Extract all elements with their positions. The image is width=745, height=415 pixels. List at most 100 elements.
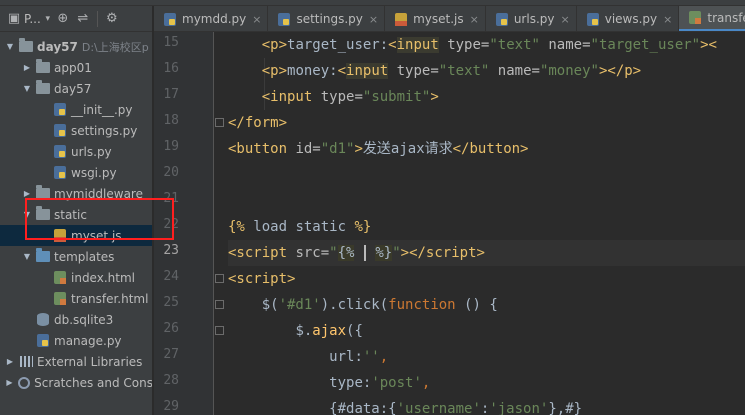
line-number: 17 <box>163 87 179 102</box>
expand-arrow-icon[interactable]: ▼ <box>22 252 32 261</box>
line-number: 21 <box>163 191 179 206</box>
tab-label: settings.py <box>296 12 363 26</box>
editor-tabs: mymdd.py × settings.py × myset.js × urls.py × vi… <box>154 6 745 32</box>
tree-item-external-libraries[interactable]: ▶ External Libraries <box>0 351 152 372</box>
code-line: type:'post', <box>329 375 431 391</box>
project-toolbar: ▣ P... ▾ ⊕ ⇌ ⚙ <box>0 6 152 32</box>
tab-myset-js[interactable]: myset.js × <box>385 6 486 31</box>
folder-icon <box>18 38 34 54</box>
tree-item-day57[interactable]: ▼ day57 D:\上海校区p <box>0 36 152 57</box>
fold-marker-icon[interactable] <box>215 326 224 335</box>
python-file-icon <box>162 12 178 26</box>
tab-views-py[interactable]: views.py × <box>577 6 680 31</box>
line-number: 29 <box>163 399 179 414</box>
html-file-icon <box>52 271 68 285</box>
tree-item-label: __init__.py <box>71 102 133 117</box>
tree-item-app01[interactable]: ▶ app01 <box>0 57 152 78</box>
line-number-gutter: 15 16 17 18 19 20 21 22 23 24 25 26 27 28 29 <box>154 32 214 415</box>
line-number: 24 <box>163 269 179 284</box>
tab-label: mymdd.py <box>182 12 247 26</box>
tab-label: transfer.ht <box>707 10 745 25</box>
expand-arrow-icon[interactable]: ▼ <box>22 84 32 93</box>
collapse-all-icon[interactable]: ⇌ <box>73 9 93 29</box>
code-line: $.ajax({ <box>295 323 363 339</box>
collapse-arrow-icon[interactable]: ▶ <box>5 378 14 387</box>
tree-item-myset-js[interactable]: myset.js <box>0 225 152 246</box>
tree-item-label: db.sqlite3 <box>54 312 114 327</box>
tree-item-label: day57 <box>37 39 78 54</box>
project-view-icon[interactable]: ▣ <box>4 9 24 29</box>
tree-item-static[interactable]: ▼ static <box>0 204 152 225</box>
tab-urls-py[interactable]: urls.py × <box>486 6 577 31</box>
tree-item-wsgi-py[interactable]: wsgi.py <box>0 162 152 183</box>
tree-item-manage-py[interactable]: manage.py <box>0 330 152 351</box>
tree-item-urls-py[interactable]: urls.py <box>0 141 152 162</box>
fold-marker-icon[interactable] <box>215 118 224 127</box>
javascript-file-icon <box>393 12 409 26</box>
scratches-icon <box>17 376 31 390</box>
tab-label: urls.py <box>513 12 555 26</box>
locate-icon[interactable]: ⊕ <box>53 9 73 29</box>
tree-item-templates[interactable]: ▼ templates <box>0 246 152 267</box>
tab-label: myset.js <box>413 12 464 26</box>
tree-item-label: External Libraries <box>37 354 143 369</box>
fold-marker-icon[interactable] <box>215 300 224 309</box>
code-line: <p>money:<input type="text" name="money"… <box>261 63 642 79</box>
tree-item-scratches-and-cons[interactable]: ▶ Scratches and Cons <box>0 372 152 393</box>
library-icon <box>18 355 34 369</box>
close-tab-icon[interactable]: × <box>369 13 378 26</box>
python-file-icon <box>35 334 51 348</box>
folder-icon <box>35 80 51 96</box>
tab-mymdd-py[interactable]: mymdd.py × <box>154 6 269 31</box>
line-number: 15 <box>163 35 179 50</box>
collapse-arrow-icon[interactable]: ▶ <box>5 357 15 366</box>
line-number: 16 <box>163 61 179 76</box>
python-file-icon <box>52 166 68 180</box>
tree-item-label: day57 <box>54 81 92 96</box>
close-tab-icon[interactable]: × <box>561 13 570 26</box>
python-file-icon <box>494 12 510 26</box>
tree-item-mymiddleware[interactable]: ▶ mymiddleware <box>0 183 152 204</box>
close-tab-icon[interactable]: × <box>252 13 261 26</box>
code-line: <p>target_user:<input type="text" name="… <box>261 37 717 53</box>
close-tab-icon[interactable]: × <box>470 13 479 26</box>
tree-item-db-sqlite3[interactable]: db.sqlite3 <box>0 309 152 330</box>
code-editor: mymdd.py × settings.py × myset.js × urls.py × vi… <box>154 6 745 415</box>
database-file-icon <box>35 313 51 327</box>
tab-label: views.py <box>604 12 658 26</box>
folder-icon <box>35 206 51 222</box>
line-number: 19 <box>163 139 179 154</box>
code-line: </form> <box>228 115 288 131</box>
project-view-selector[interactable]: P... <box>24 12 41 26</box>
tree-item-settings-py[interactable]: settings.py <box>0 120 152 141</box>
tree-item-init-py[interactable]: __init__.py <box>0 99 152 120</box>
code-line: <input type="submit"> <box>261 89 439 105</box>
line-number: 18 <box>163 113 179 128</box>
gear-icon[interactable]: ⚙ <box>102 9 122 29</box>
line-number: 28 <box>163 373 179 388</box>
expand-arrow-icon[interactable]: ▼ <box>5 42 15 51</box>
line-number: 20 <box>163 165 179 180</box>
fold-marker-icon[interactable] <box>215 274 224 283</box>
chevron-down-icon[interactable]: ▾ <box>43 9 53 29</box>
tree-item-day57[interactable]: ▼ day57 <box>0 78 152 99</box>
tab-settings-py[interactable]: settings.py × <box>268 6 386 31</box>
tree-item-label: index.html <box>71 270 135 285</box>
collapse-arrow-icon[interactable]: ▶ <box>22 189 32 198</box>
collapse-arrow-icon[interactable]: ▶ <box>22 63 32 72</box>
code-area[interactable]: 15 16 17 18 19 20 21 22 23 24 25 26 27 28 29 <p>target… <box>154 32 745 415</box>
python-file-icon <box>52 103 68 117</box>
tree-item-transfer-html[interactable]: transfer.html <box>0 288 152 309</box>
html-file-icon <box>52 292 68 306</box>
line-number: 27 <box>163 347 179 362</box>
code-line: <script> <box>228 271 296 287</box>
project-panel: ▣ P... ▾ ⊕ ⇌ ⚙ ▼ day57 D:\上海校区p ▶ app01 ▼ day5… <box>0 6 153 415</box>
expand-arrow-icon[interactable]: ▼ <box>22 210 32 219</box>
tree-item-index-html[interactable]: index.html <box>0 267 152 288</box>
templates-folder-icon <box>35 248 51 264</box>
tree-item-label: manage.py <box>54 333 122 348</box>
tab-transfer-ht[interactable]: transfer.ht <box>679 6 745 31</box>
folder-icon <box>35 185 51 201</box>
close-tab-icon[interactable]: × <box>663 13 672 26</box>
code-line-current: <script src="{% %}"></script> <box>228 240 745 266</box>
